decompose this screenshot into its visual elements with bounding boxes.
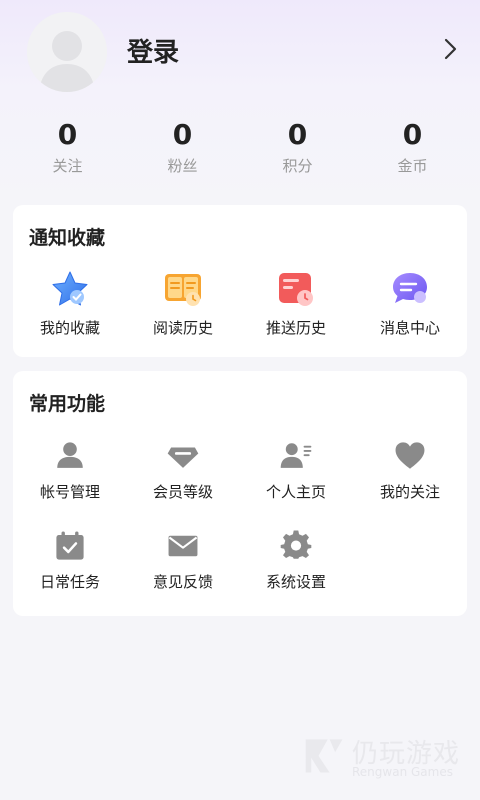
stat-value: 0 <box>402 118 423 151</box>
section-title: 常用功能 <box>29 393 106 415</box>
stat-value: 0 <box>287 118 308 151</box>
menu-item-message-center[interactable]: 消息中心 <box>353 269 467 338</box>
user-icon <box>57 442 83 468</box>
menu-item-push-history[interactable]: 推送历史 <box>239 269 353 338</box>
menu-item-personal-homepage[interactable]: 个人主页 <box>239 439 353 502</box>
menu-item-label: 我的关注 <box>379 483 440 501</box>
menu-item-label: 个人主页 <box>265 483 326 501</box>
stat-following[interactable]: 0 关注 <box>10 118 125 178</box>
menu-item-favorites[interactable]: 我的收藏 <box>13 269 127 338</box>
stat-value: 0 <box>57 118 78 151</box>
stats-row: 0 关注 0 粉丝 0 积分 0 金币 <box>0 118 480 178</box>
common-functions-card: 常用功能 帐号管理 会员等级 个人主页 我的关注 日常任务 意见反馈 系统设置 <box>13 371 467 616</box>
gear-icon <box>280 530 312 559</box>
avatar-placeholder-icon <box>27 12 107 92</box>
watermark-logo <box>305 739 343 773</box>
watermark: 仍玩游戏 Rengwan Games <box>300 730 470 785</box>
menu-item-system-settings[interactable]: 系统设置 <box>239 529 353 592</box>
profile-card-icon <box>280 443 312 468</box>
menu-item-label: 会员等级 <box>152 483 213 501</box>
stat-fans[interactable]: 0 粉丝 <box>125 118 240 178</box>
avatar[interactable] <box>27 12 107 92</box>
push-history-icon <box>279 273 313 306</box>
menu-item-feedback[interactable]: 意见反馈 <box>126 529 240 592</box>
calendar-check-icon <box>56 531 84 560</box>
menu-item-my-follows[interactable]: 我的关注 <box>353 439 467 502</box>
menu-item-reading-history[interactable]: 阅读历史 <box>126 269 240 338</box>
gem-icon <box>167 447 199 468</box>
menu-item-label: 帐号管理 <box>39 483 100 501</box>
menu-item-account-management[interactable]: 帐号管理 <box>13 439 127 502</box>
menu-item-label: 消息中心 <box>379 319 440 337</box>
stat-label: 积分 <box>282 157 313 175</box>
stat-label: 关注 <box>52 157 83 175</box>
menu-item-label: 意见反馈 <box>152 573 213 591</box>
menu-item-daily-tasks[interactable]: 日常任务 <box>13 529 127 592</box>
login-label[interactable]: 登录 <box>127 32 179 69</box>
section-title: 通知收藏 <box>29 227 106 249</box>
watermark-text-en: Rengwan Games <box>352 765 453 779</box>
mail-icon <box>168 535 198 557</box>
stat-points[interactable]: 0 积分 <box>240 118 355 178</box>
star-icon <box>52 271 88 306</box>
book-icon <box>165 274 201 306</box>
menu-item-label: 我的收藏 <box>39 319 100 337</box>
message-bubble-icon <box>393 273 427 303</box>
heart-icon <box>395 442 425 469</box>
menu-item-membership-level[interactable]: 会员等级 <box>126 439 240 502</box>
menu-item-label: 推送历史 <box>265 319 326 337</box>
stat-value: 0 <box>172 118 193 151</box>
stat-label: 金币 <box>397 157 428 175</box>
menu-item-label: 阅读历史 <box>152 319 213 337</box>
chevron-right-icon[interactable] <box>440 36 462 62</box>
stat-label: 粉丝 <box>167 157 198 175</box>
menu-item-label: 日常任务 <box>39 573 100 591</box>
notify-favorites-card: 通知收藏 我的收藏 阅读历史 推送历史 消息中心 <box>13 205 467 357</box>
profile-header[interactable]: 登录 <box>0 0 480 110</box>
stat-coins[interactable]: 0 金币 <box>355 118 470 178</box>
menu-item-label: 系统设置 <box>265 573 326 591</box>
